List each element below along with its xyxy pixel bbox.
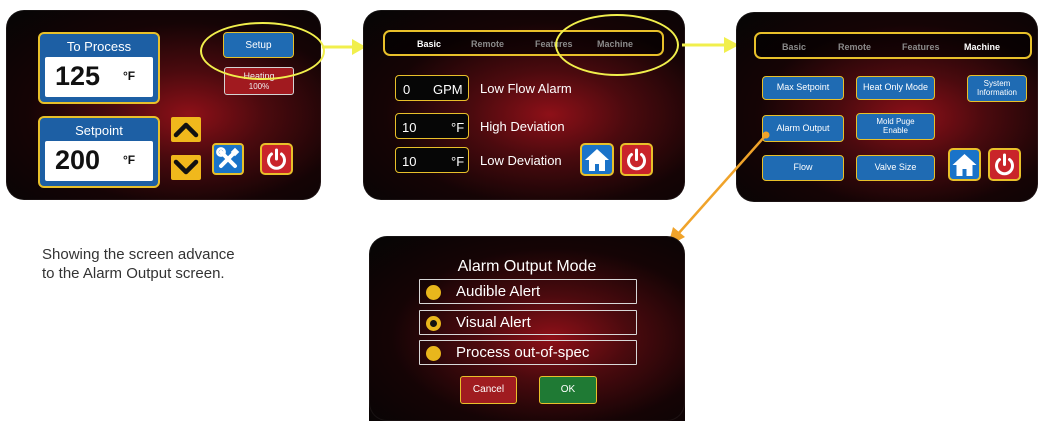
home-button[interactable] <box>948 148 981 181</box>
option-label: Process out-of-spec <box>456 344 590 361</box>
to-process-label: To Process <box>66 39 132 54</box>
tab-basic[interactable]: Basic <box>417 39 441 49</box>
up-arrow-icon <box>173 122 199 138</box>
alarm-output-callout-arrow <box>668 131 770 246</box>
tab-machine[interactable]: Machine <box>964 42 1000 52</box>
setpoint-unit: °F <box>123 153 136 167</box>
radio-selected-icon <box>426 316 441 331</box>
power-icon <box>627 148 646 171</box>
tab-features[interactable]: Features <box>902 42 940 52</box>
tab-basic[interactable]: Basic <box>782 42 806 52</box>
to-process-value: 125 <box>55 61 101 91</box>
settings-tab-bar: Basic Remote Features Machine <box>754 32 1032 59</box>
to-process-display: 125 °F <box>45 57 153 97</box>
setpoint-value: 200 <box>55 145 101 175</box>
high-deviation-unit: °F <box>451 120 465 135</box>
radio-unselected-icon <box>426 346 441 361</box>
setpoint-label: Setpoint <box>75 123 123 138</box>
advance-arrow-1 <box>322 39 366 55</box>
dialog-title: Alarm Output Mode <box>457 258 597 275</box>
alarm-output-dialog: Alarm Output Mode Audible Alert Visual A… <box>369 236 685 421</box>
setpoint-up-button[interactable] <box>171 117 201 142</box>
high-deviation-value: 10 <box>402 120 417 135</box>
to-process-unit: °F <box>123 69 136 83</box>
power-button[interactable] <box>620 143 653 176</box>
machine-settings-screen: Basic Remote Features Machine Max Setpoi… <box>736 12 1038 202</box>
low-deviation-value: 10 <box>402 154 417 169</box>
down-arrow-icon <box>173 159 199 175</box>
valve-size-button[interactable]: Valve Size <box>856 155 935 181</box>
high-deviation-field[interactable]: 10 °F <box>395 113 469 139</box>
tools-button[interactable] <box>212 143 244 175</box>
option-visual-alert[interactable]: Visual Alert <box>419 310 637 335</box>
option-label: Visual Alert <box>456 314 531 331</box>
setup-highlight-ellipse <box>200 22 325 80</box>
machine-tab-highlight-ellipse <box>555 14 679 76</box>
setpoint-down-button[interactable] <box>171 155 201 180</box>
low-flow-field[interactable]: 0 GPM <box>395 75 469 101</box>
tools-icon <box>216 147 240 168</box>
low-flow-value: 0 <box>403 82 411 97</box>
ok-button[interactable]: OK <box>539 376 597 404</box>
low-flow-unit: GPM <box>433 82 463 97</box>
low-deviation-field[interactable]: 10 °F <box>395 147 469 173</box>
radio-unselected-icon <box>426 285 441 300</box>
tab-remote[interactable]: Remote <box>838 42 871 52</box>
home-button[interactable] <box>580 143 614 176</box>
mold-purge-enable-button[interactable]: Mold Puge Enable <box>856 113 935 140</box>
power-button[interactable] <box>988 148 1021 181</box>
advance-arrow-2 <box>682 37 739 53</box>
option-audible-alert[interactable]: Audible Alert <box>419 279 637 304</box>
max-setpoint-button[interactable]: Max Setpoint <box>762 76 844 100</box>
low-deviation-label: Low Deviation <box>480 153 562 168</box>
cancel-button[interactable]: Cancel <box>460 376 517 404</box>
to-process-panel: To Process 125 °F <box>38 32 160 104</box>
caption-text: Showing the screen advance to the Alarm … <box>42 246 235 282</box>
option-label: Audible Alert <box>456 283 541 300</box>
home-icon <box>952 154 977 176</box>
home-icon <box>585 149 609 171</box>
setpoint-panel: Setpoint 200 °F <box>38 116 160 188</box>
high-deviation-label: High Deviation <box>480 119 565 134</box>
low-deviation-unit: °F <box>451 154 465 169</box>
heat-only-mode-button[interactable]: Heat Only Mode <box>856 76 935 100</box>
power-icon <box>267 148 286 170</box>
power-button[interactable] <box>260 143 293 175</box>
low-flow-label: Low Flow Alarm <box>480 81 572 96</box>
system-information-button[interactable]: System Information <box>967 75 1027 102</box>
heating-value: 100% <box>248 82 270 91</box>
tab-remote[interactable]: Remote <box>471 39 504 49</box>
setpoint-display[interactable]: 200 °F <box>45 141 153 181</box>
option-process-out-of-spec[interactable]: Process out-of-spec <box>419 340 637 365</box>
power-icon <box>995 153 1014 176</box>
